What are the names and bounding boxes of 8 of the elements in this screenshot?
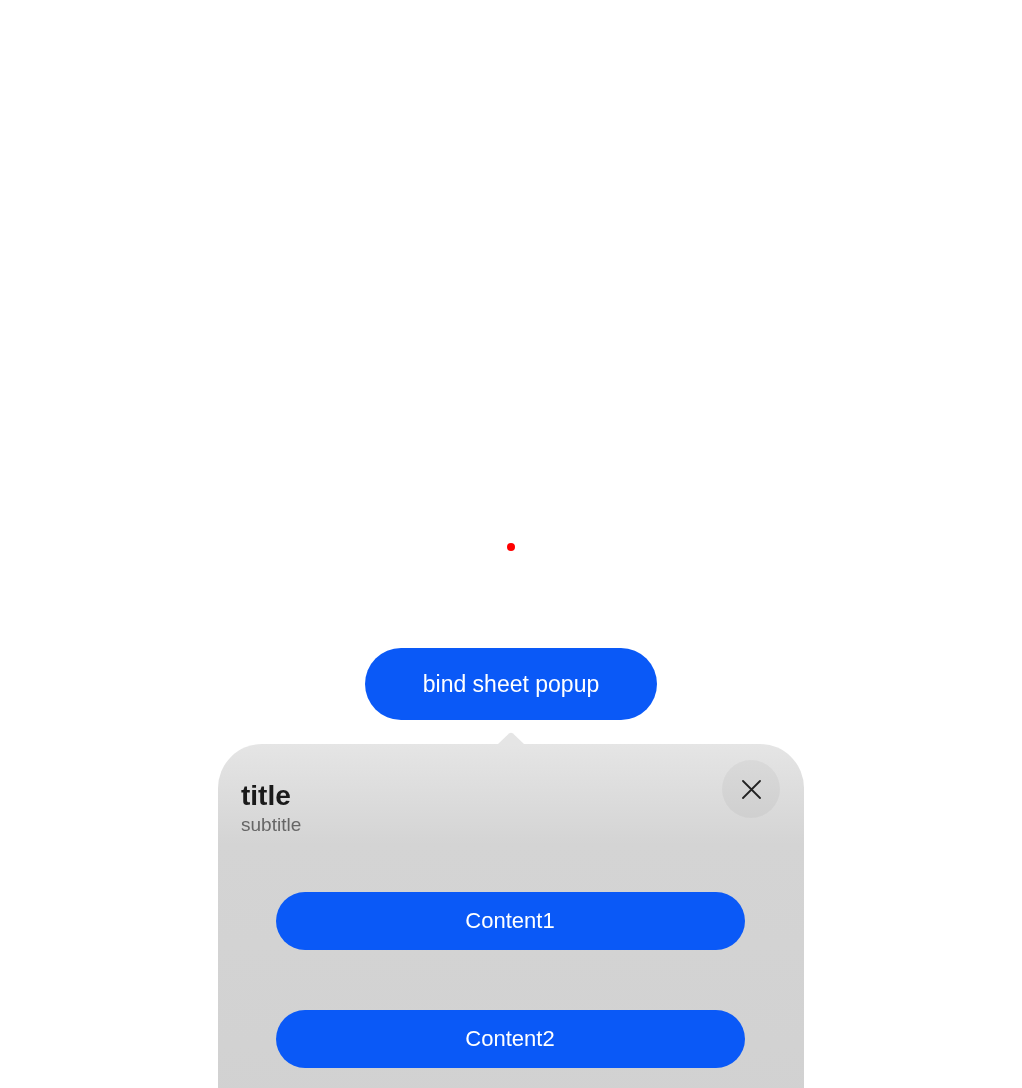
point-marker-icon [507,543,515,551]
content-button[interactable]: Content1 [275,892,745,950]
close-icon [741,779,761,799]
sheet-subtitle: subtitle [241,813,302,837]
sheet-title: title [241,779,292,813]
bind-sheet-button[interactable]: bind sheet popup [365,648,657,720]
content-button[interactable]: Content2 [275,1010,745,1068]
popup-pointer-icon [498,732,524,744]
